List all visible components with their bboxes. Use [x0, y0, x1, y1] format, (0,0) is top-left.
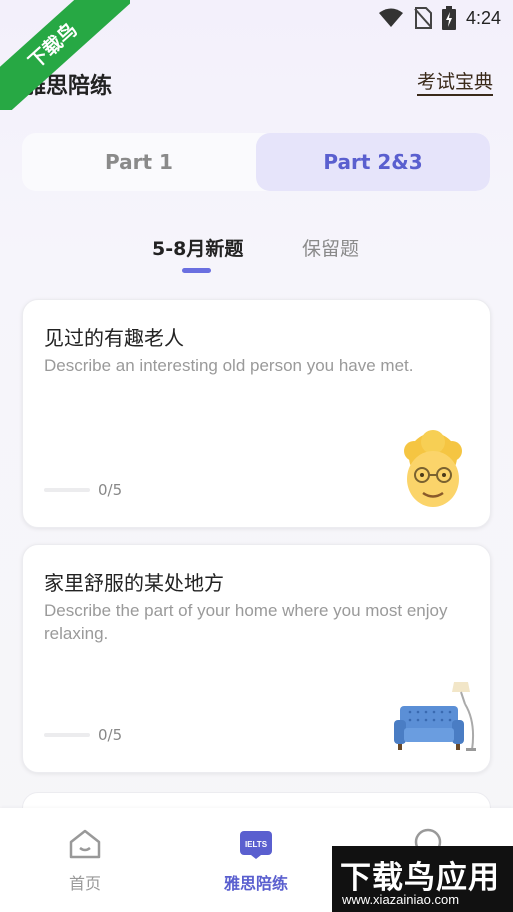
nav-home-label: 首页 [68, 874, 101, 893]
topic-card[interactable]: 家里舒服的某处地方 Describe the part of your home… [22, 544, 491, 773]
progress-bar [44, 488, 90, 492]
tab-new-questions[interactable]: 5-8月新题 [152, 234, 243, 261]
ielts-book-icon: IELTS [240, 831, 272, 859]
watermark-title: 下载鸟应用 [340, 860, 500, 895]
topic-title: 见过的有趣老人 [44, 326, 184, 350]
topic-progress: 0/5 [44, 481, 122, 499]
exam-guide-link[interactable]: 考试宝典 [416, 70, 493, 96]
topic-description: Describe an interesting old person you h… [44, 356, 414, 375]
sofa-lamp-icon [394, 682, 476, 751]
site-watermark: 下载鸟应用 www.xiazainiao.com [332, 846, 513, 912]
status-time: 4:24 [465, 7, 501, 28]
home-icon [69, 829, 101, 859]
part-switch: Part 1 Part 2&3 [22, 133, 490, 191]
nav-home[interactable]: 首页 [25, 828, 145, 894]
wifi-icon [378, 8, 403, 27]
tab-retained-questions[interactable]: 保留题 [302, 234, 359, 261]
watermark-url: www.xiazainiao.com [342, 892, 460, 907]
nav-practice-label: 雅思陪练 [223, 874, 288, 893]
old-person-emoji-icon [404, 430, 462, 507]
topic-title: 家里舒服的某处地方 [44, 571, 224, 595]
no-sim-icon [414, 7, 432, 29]
battery-charging-icon [441, 6, 456, 30]
tab-part-1[interactable]: Part 1 [22, 133, 256, 191]
topic-progress: 0/5 [44, 726, 122, 744]
nav-practice[interactable]: IELTS 雅思陪练 [196, 828, 316, 894]
progress-bar [44, 733, 90, 737]
status-icons: 4:24 [378, 6, 501, 30]
sub-tabs: 5-8月新题 保留题 [0, 230, 513, 280]
tab-part-2-3[interactable]: Part 2&3 [256, 133, 490, 191]
active-tab-indicator [182, 268, 211, 273]
topic-card[interactable]: 见过的有趣老人 Describe an interesting old pers… [22, 299, 491, 528]
progress-text: 0/5 [98, 726, 123, 744]
topic-description: Describe the part of your home where you… [44, 601, 448, 643]
corner-ribbon: 下载鸟 [0, 0, 130, 110]
ielts-badge-text: IELTS [245, 840, 268, 849]
progress-text: 0/5 [98, 481, 123, 499]
ribbon-text: 下载鸟 [0, 0, 130, 110]
